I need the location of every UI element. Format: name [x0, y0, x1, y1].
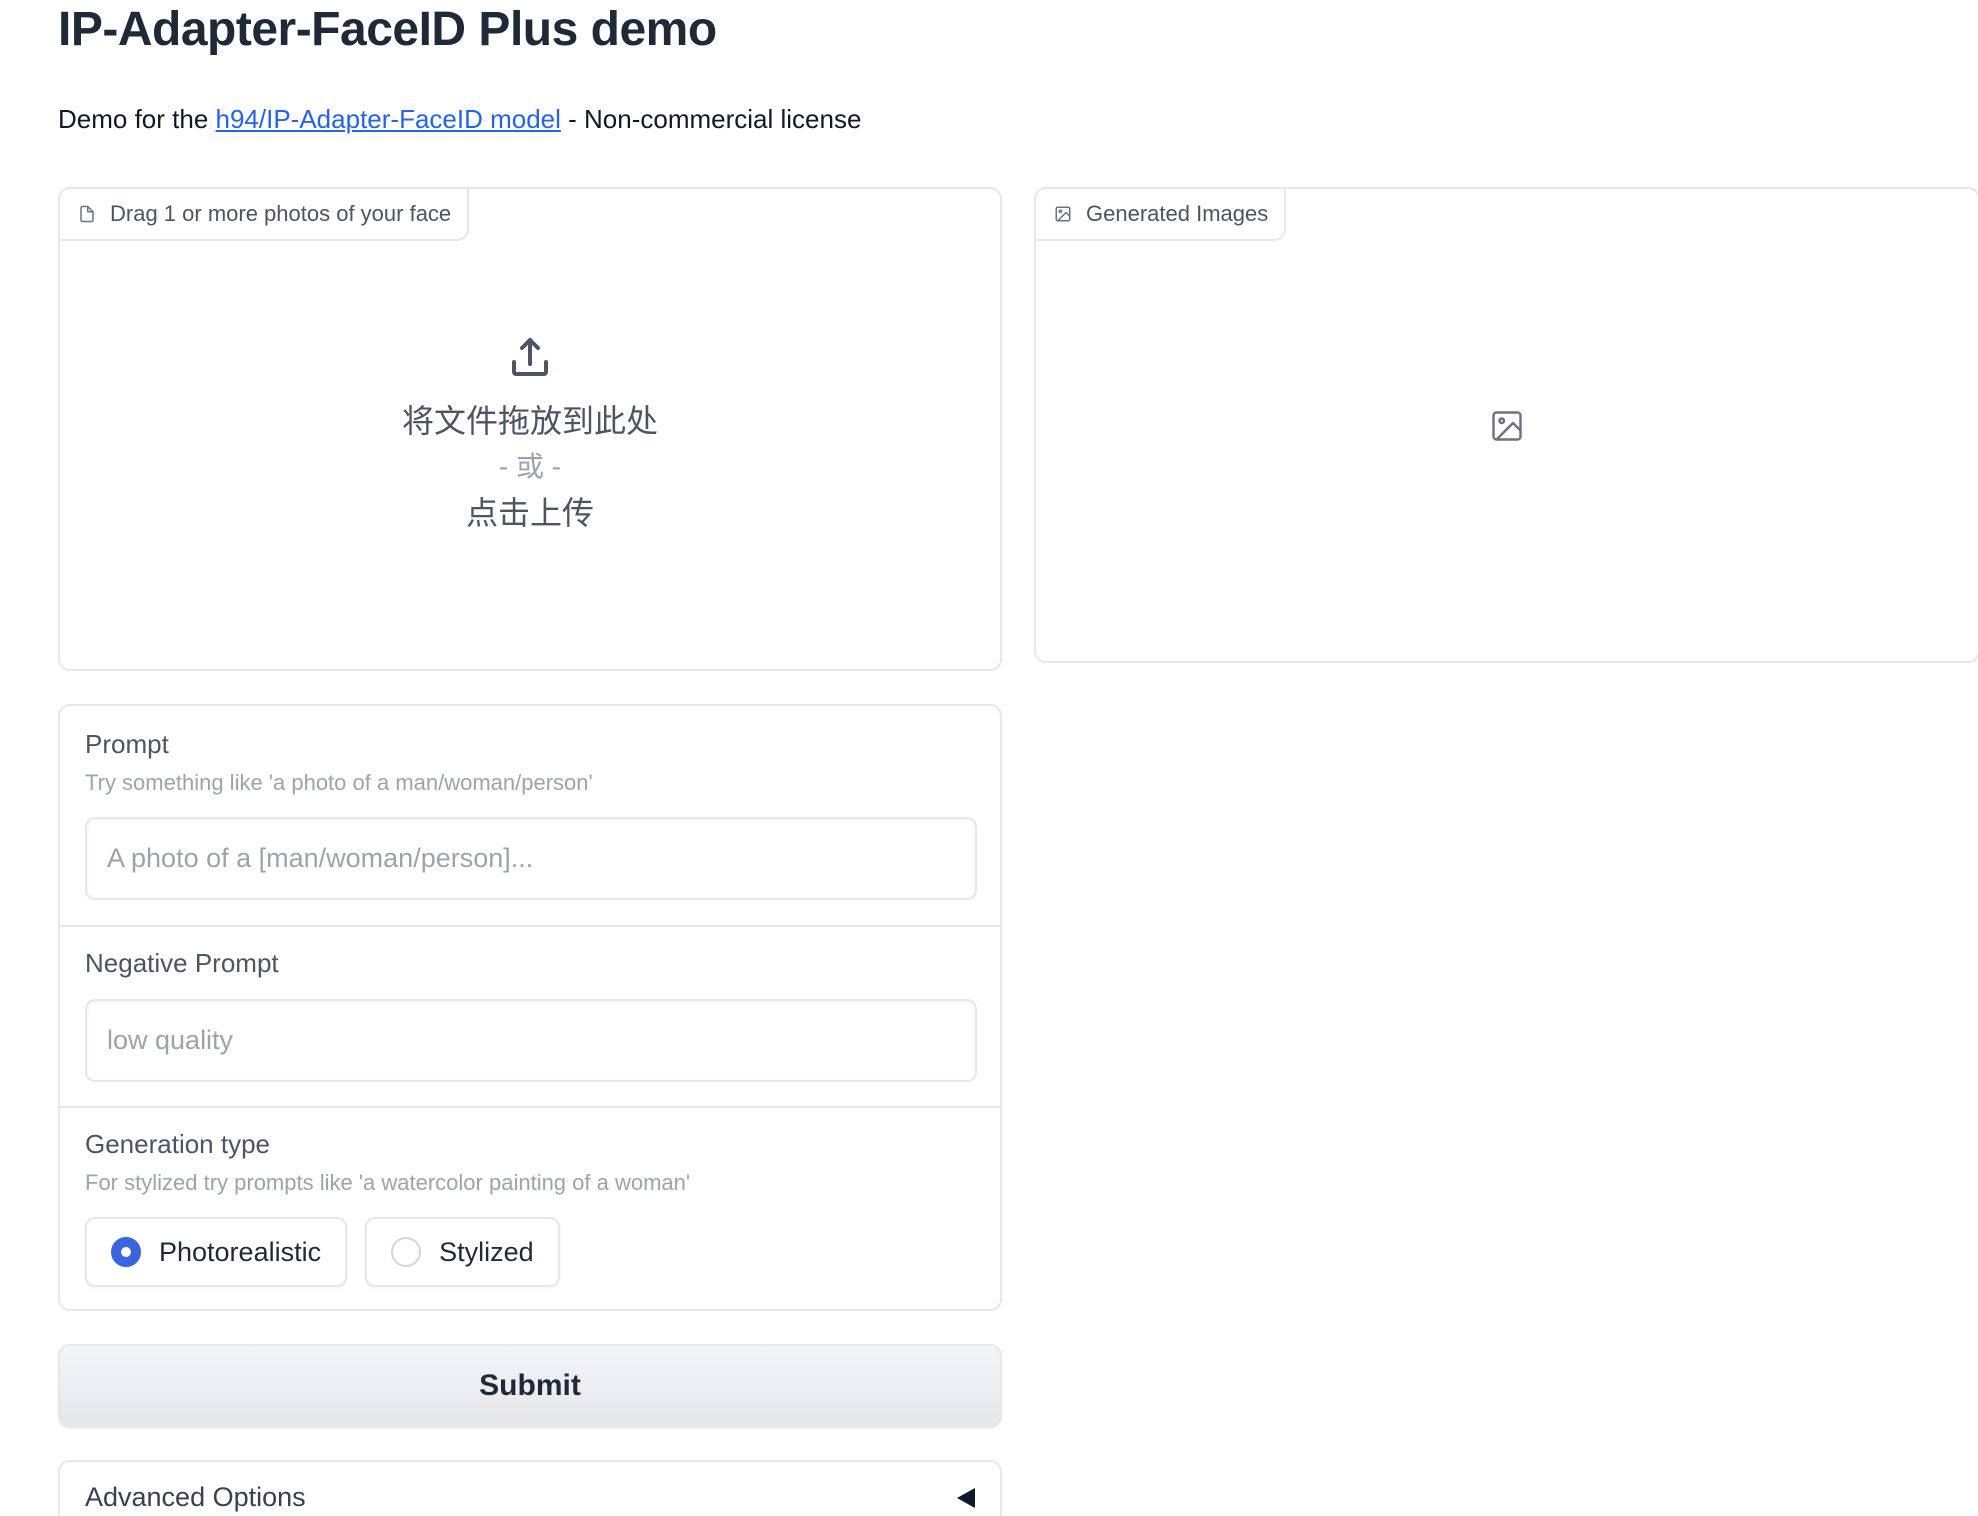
- generation-type-radio-group: Photorealistic Stylized: [85, 1217, 975, 1287]
- file-icon: [80, 205, 94, 223]
- page-title: IP-Adapter-FaceID Plus demo: [58, 3, 717, 56]
- file-drop-zone[interactable]: 将文件拖放到此处 - 或 - 点击上传: [60, 241, 1000, 669]
- negative-prompt-input[interactable]: [85, 999, 977, 1082]
- model-link[interactable]: h94/IP-Adapter-FaceID model: [216, 104, 561, 134]
- prompt-label: Prompt: [85, 729, 169, 759]
- generated-images-label-text: Generated Images: [1086, 201, 1269, 226]
- negative-prompt-label: Negative Prompt: [85, 948, 279, 978]
- advanced-options-accordion: Advanced Options: [58, 1460, 1002, 1516]
- caret-left-icon: [957, 1487, 975, 1508]
- radio-option-stylized[interactable]: Stylized: [365, 1217, 560, 1287]
- radio-label-stylized: Stylized: [439, 1236, 534, 1267]
- or-text: - 或 -: [498, 451, 562, 482]
- generation-form: Prompt Try something like 'a photo of a …: [58, 704, 1002, 1311]
- description-prefix: Demo for the: [58, 104, 216, 134]
- generation-type-section: Generation type For stylized try prompts…: [60, 1106, 1000, 1287]
- description-suffix: - Non-commercial license: [560, 104, 862, 134]
- radio-option-photorealistic[interactable]: Photorealistic: [85, 1217, 348, 1287]
- image-placeholder-icon: [1492, 411, 1522, 441]
- generation-type-label: Generation type: [85, 1129, 271, 1159]
- face-upload-label: Drag 1 or more photos of your face: [60, 189, 470, 241]
- negative-prompt-section: Negative Prompt: [60, 925, 1000, 1082]
- submit-button[interactable]: Submit: [58, 1344, 1002, 1428]
- advanced-options-label: Advanced Options: [85, 1482, 306, 1512]
- prompt-input[interactable]: [85, 817, 977, 900]
- generation-type-info: For stylized try prompts like 'a waterco…: [85, 1170, 691, 1195]
- radio-label-photorealistic: Photorealistic: [159, 1236, 322, 1267]
- image-icon: [1055, 206, 1071, 222]
- face-upload-label-text: Drag 1 or more photos of your face: [110, 201, 452, 226]
- radio-button-unselected[interactable]: [391, 1237, 422, 1267]
- click-upload-text: 点击上传: [465, 495, 594, 531]
- app-page: IP-Adapter-FaceID Plus demo Demo for the…: [0, 0, 1978, 1516]
- page-description: Demo for the h94/IP-Adapter-FaceID model…: [58, 104, 861, 135]
- face-upload-panel: Drag 1 or more photos of your face 将文件拖放…: [58, 187, 1002, 671]
- prompt-section: Prompt Try something like 'a photo of a …: [60, 728, 1000, 900]
- advanced-options-toggle[interactable]: Advanced Options: [85, 1482, 975, 1513]
- generated-images-gallery: Generated Images: [1034, 187, 1978, 663]
- drop-text: 将文件拖放到此处: [401, 403, 658, 439]
- radio-button-selected[interactable]: [111, 1237, 141, 1267]
- gallery-empty-state: [1036, 241, 1978, 661]
- generated-images-label: Generated Images: [1036, 189, 1287, 241]
- upload-icon: [512, 338, 548, 376]
- prompt-info: Try something like 'a photo of a man/wom…: [85, 770, 593, 795]
